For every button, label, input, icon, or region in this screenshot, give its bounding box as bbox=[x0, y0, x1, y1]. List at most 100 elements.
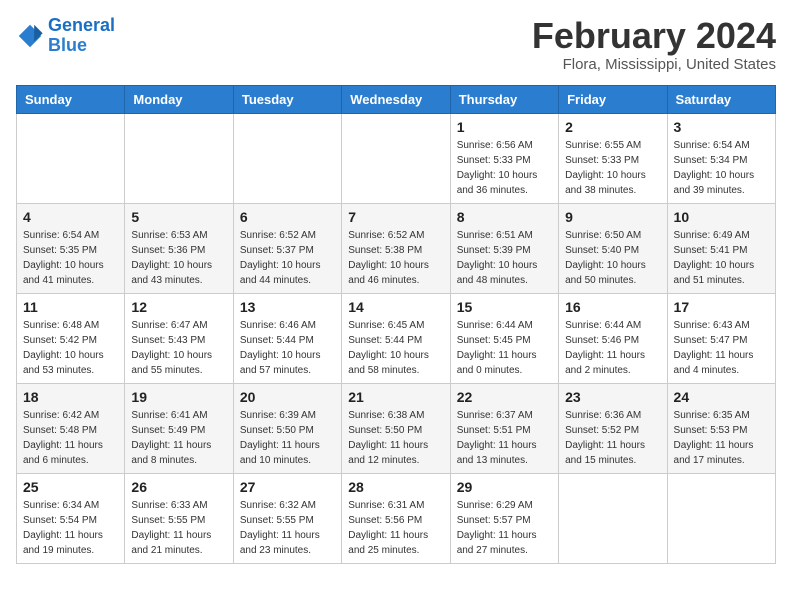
weekday-header-thursday: Thursday bbox=[450, 85, 558, 113]
cell-day-number: 10 bbox=[674, 209, 769, 225]
cell-day-number: 8 bbox=[457, 209, 552, 225]
calendar-cell: 25 Sunrise: 6:34 AMSunset: 5:54 PMDayligh… bbox=[17, 473, 125, 563]
cell-info: Sunrise: 6:52 AMSunset: 5:37 PMDaylight:… bbox=[240, 228, 335, 288]
cell-info: Sunrise: 6:32 AMSunset: 5:55 PMDaylight:… bbox=[240, 498, 335, 558]
cell-info: Sunrise: 6:53 AMSunset: 5:36 PMDaylight:… bbox=[131, 228, 226, 288]
calendar-cell: 18 Sunrise: 6:42 AMSunset: 5:48 PMDayligh… bbox=[17, 383, 125, 473]
cell-info: Sunrise: 6:52 AMSunset: 5:38 PMDaylight:… bbox=[348, 228, 443, 288]
calendar-cell: 4 Sunrise: 6:54 AMSunset: 5:35 PMDaylight… bbox=[17, 203, 125, 293]
cell-day-number: 27 bbox=[240, 479, 335, 495]
calendar-cell: 13 Sunrise: 6:46 AMSunset: 5:44 PMDayligh… bbox=[233, 293, 341, 383]
calendar-cell: 14Sunrise: 6:45 AMSunset: 5:44 PMDayligh… bbox=[342, 293, 450, 383]
cell-info: Sunrise: 6:54 AMSunset: 5:35 PMDaylight:… bbox=[23, 228, 118, 288]
cell-day-number: 12 bbox=[131, 299, 226, 315]
calendar-cell: 23 Sunrise: 6:36 AMSunset: 5:52 PMDayligh… bbox=[559, 383, 667, 473]
calendar-cell: 3 Sunrise: 6:54 AMSunset: 5:34 PMDaylight… bbox=[667, 113, 775, 203]
calendar-week-row: 18 Sunrise: 6:42 AMSunset: 5:48 PMDayligh… bbox=[17, 383, 776, 473]
calendar-cell: 15 Sunrise: 6:44 AMSunset: 5:45 PMDayligh… bbox=[450, 293, 558, 383]
cell-day-number: 4 bbox=[23, 209, 118, 225]
cell-info: Sunrise: 6:44 AMSunset: 5:45 PMDaylight:… bbox=[457, 318, 552, 378]
calendar-cell: 1Sunrise: 6:56 AMSunset: 5:33 PMDaylight… bbox=[450, 113, 558, 203]
calendar-cell: 24 Sunrise: 6:35 AMSunset: 5:53 PMDayligh… bbox=[667, 383, 775, 473]
title-block: February 2024 Flora, Mississippi, United… bbox=[532, 16, 776, 73]
cell-info: Sunrise: 6:35 AMSunset: 5:53 PMDaylight:… bbox=[674, 408, 769, 468]
cell-day-number: 23 bbox=[565, 389, 660, 405]
cell-day-number: 25 bbox=[23, 479, 118, 495]
cell-info: Sunrise: 6:36 AMSunset: 5:52 PMDaylight:… bbox=[565, 408, 660, 468]
weekday-header-wednesday: Wednesday bbox=[342, 85, 450, 113]
logo-line1: General bbox=[48, 15, 115, 35]
calendar-cell: 8 Sunrise: 6:51 AMSunset: 5:39 PMDaylight… bbox=[450, 203, 558, 293]
cell-info: Sunrise: 6:38 AMSunset: 5:50 PMDaylight:… bbox=[348, 408, 443, 468]
calendar-cell: 11 Sunrise: 6:48 AMSunset: 5:42 PMDayligh… bbox=[17, 293, 125, 383]
logo: General Blue bbox=[16, 16, 115, 56]
cell-info: Sunrise: 6:45 AMSunset: 5:44 PMDaylight:… bbox=[348, 318, 443, 378]
cell-day-number: 18 bbox=[23, 389, 118, 405]
cell-day-number: 16 bbox=[565, 299, 660, 315]
cell-info: Sunrise: 6:37 AMSunset: 5:51 PMDaylight:… bbox=[457, 408, 552, 468]
cell-day-number: 26 bbox=[131, 479, 226, 495]
calendar-cell: 9Sunrise: 6:50 AMSunset: 5:40 PMDaylight… bbox=[559, 203, 667, 293]
cell-day-number: 3 bbox=[674, 119, 769, 135]
calendar-week-row: 4 Sunrise: 6:54 AMSunset: 5:35 PMDaylight… bbox=[17, 203, 776, 293]
cell-day-number: 6 bbox=[240, 209, 335, 225]
calendar-cell: 17 Sunrise: 6:43 AMSunset: 5:47 PMDayligh… bbox=[667, 293, 775, 383]
calendar-cell: 21 Sunrise: 6:38 AMSunset: 5:50 PMDayligh… bbox=[342, 383, 450, 473]
cell-info: Sunrise: 6:48 AMSunset: 5:42 PMDaylight:… bbox=[23, 318, 118, 378]
calendar-week-row: 11 Sunrise: 6:48 AMSunset: 5:42 PMDayligh… bbox=[17, 293, 776, 383]
cell-day-number: 20 bbox=[240, 389, 335, 405]
cell-info: Sunrise: 6:39 AMSunset: 5:50 PMDaylight:… bbox=[240, 408, 335, 468]
cell-day-number: 21 bbox=[348, 389, 443, 405]
cell-info: Sunrise: 6:47 AMSunset: 5:43 PMDaylight:… bbox=[131, 318, 226, 378]
calendar-cell: 19Sunrise: 6:41 AMSunset: 5:49 PMDayligh… bbox=[125, 383, 233, 473]
calendar-cell: 2 Sunrise: 6:55 AMSunset: 5:33 PMDaylight… bbox=[559, 113, 667, 203]
cell-info: Sunrise: 6:31 AMSunset: 5:56 PMDaylight:… bbox=[348, 498, 443, 558]
calendar-cell: 28 Sunrise: 6:31 AMSunset: 5:56 PMDayligh… bbox=[342, 473, 450, 563]
calendar-table: SundayMondayTuesdayWednesdayThursdayFrid… bbox=[16, 85, 776, 564]
cell-day-number: 15 bbox=[457, 299, 552, 315]
calendar-cell: 29 Sunrise: 6:29 AMSunset: 5:57 PMDayligh… bbox=[450, 473, 558, 563]
cell-info: Sunrise: 6:29 AMSunset: 5:57 PMDaylight:… bbox=[457, 498, 552, 558]
cell-info: Sunrise: 6:51 AMSunset: 5:39 PMDaylight:… bbox=[457, 228, 552, 288]
cell-info: Sunrise: 6:34 AMSunset: 5:54 PMDaylight:… bbox=[23, 498, 118, 558]
cell-info: Sunrise: 6:42 AMSunset: 5:48 PMDaylight:… bbox=[23, 408, 118, 468]
weekday-header-friday: Friday bbox=[559, 85, 667, 113]
calendar-cell: 10 Sunrise: 6:49 AMSunset: 5:41 PMDayligh… bbox=[667, 203, 775, 293]
cell-info: Sunrise: 6:55 AMSunset: 5:33 PMDaylight:… bbox=[565, 138, 660, 198]
weekday-header-saturday: Saturday bbox=[667, 85, 775, 113]
cell-info: Sunrise: 6:43 AMSunset: 5:47 PMDaylight:… bbox=[674, 318, 769, 378]
calendar-cell: 12 Sunrise: 6:47 AMSunset: 5:43 PMDayligh… bbox=[125, 293, 233, 383]
weekday-header-row: SundayMondayTuesdayWednesdayThursdayFrid… bbox=[17, 85, 776, 113]
calendar-cell bbox=[342, 113, 450, 203]
calendar-cell bbox=[559, 473, 667, 563]
cell-day-number: 9 bbox=[565, 209, 660, 225]
cell-info: Sunrise: 6:46 AMSunset: 5:44 PMDaylight:… bbox=[240, 318, 335, 378]
month-title: February 2024 bbox=[532, 16, 776, 56]
cell-day-number: 28 bbox=[348, 479, 443, 495]
calendar-week-row: 25 Sunrise: 6:34 AMSunset: 5:54 PMDayligh… bbox=[17, 473, 776, 563]
calendar-cell: 7Sunrise: 6:52 AMSunset: 5:38 PMDaylight… bbox=[342, 203, 450, 293]
cell-day-number: 2 bbox=[565, 119, 660, 135]
cell-info: Sunrise: 6:44 AMSunset: 5:46 PMDaylight:… bbox=[565, 318, 660, 378]
calendar-cell: 6 Sunrise: 6:52 AMSunset: 5:37 PMDaylight… bbox=[233, 203, 341, 293]
calendar-week-row: 1Sunrise: 6:56 AMSunset: 5:33 PMDaylight… bbox=[17, 113, 776, 203]
weekday-header-sunday: Sunday bbox=[17, 85, 125, 113]
cell-info: Sunrise: 6:49 AMSunset: 5:41 PMDaylight:… bbox=[674, 228, 769, 288]
calendar-cell: 27 Sunrise: 6:32 AMSunset: 5:55 PMDayligh… bbox=[233, 473, 341, 563]
calendar-cell: 26Sunrise: 6:33 AMSunset: 5:55 PMDayligh… bbox=[125, 473, 233, 563]
cell-day-number: 24 bbox=[674, 389, 769, 405]
cell-day-number: 29 bbox=[457, 479, 552, 495]
cell-day-number: 5 bbox=[131, 209, 226, 225]
page-header: General Blue February 2024 Flora, Missis… bbox=[16, 16, 776, 73]
weekday-header-tuesday: Tuesday bbox=[233, 85, 341, 113]
cell-day-number: 11 bbox=[23, 299, 118, 315]
cell-day-number: 1 bbox=[457, 119, 552, 135]
calendar-cell bbox=[233, 113, 341, 203]
cell-day-number: 13 bbox=[240, 299, 335, 315]
cell-day-number: 19 bbox=[131, 389, 226, 405]
cell-info: Sunrise: 6:54 AMSunset: 5:34 PMDaylight:… bbox=[674, 138, 769, 198]
weekday-header-monday: Monday bbox=[125, 85, 233, 113]
cell-day-number: 17 bbox=[674, 299, 769, 315]
calendar-cell bbox=[667, 473, 775, 563]
calendar-cell: 20 Sunrise: 6:39 AMSunset: 5:50 PMDayligh… bbox=[233, 383, 341, 473]
